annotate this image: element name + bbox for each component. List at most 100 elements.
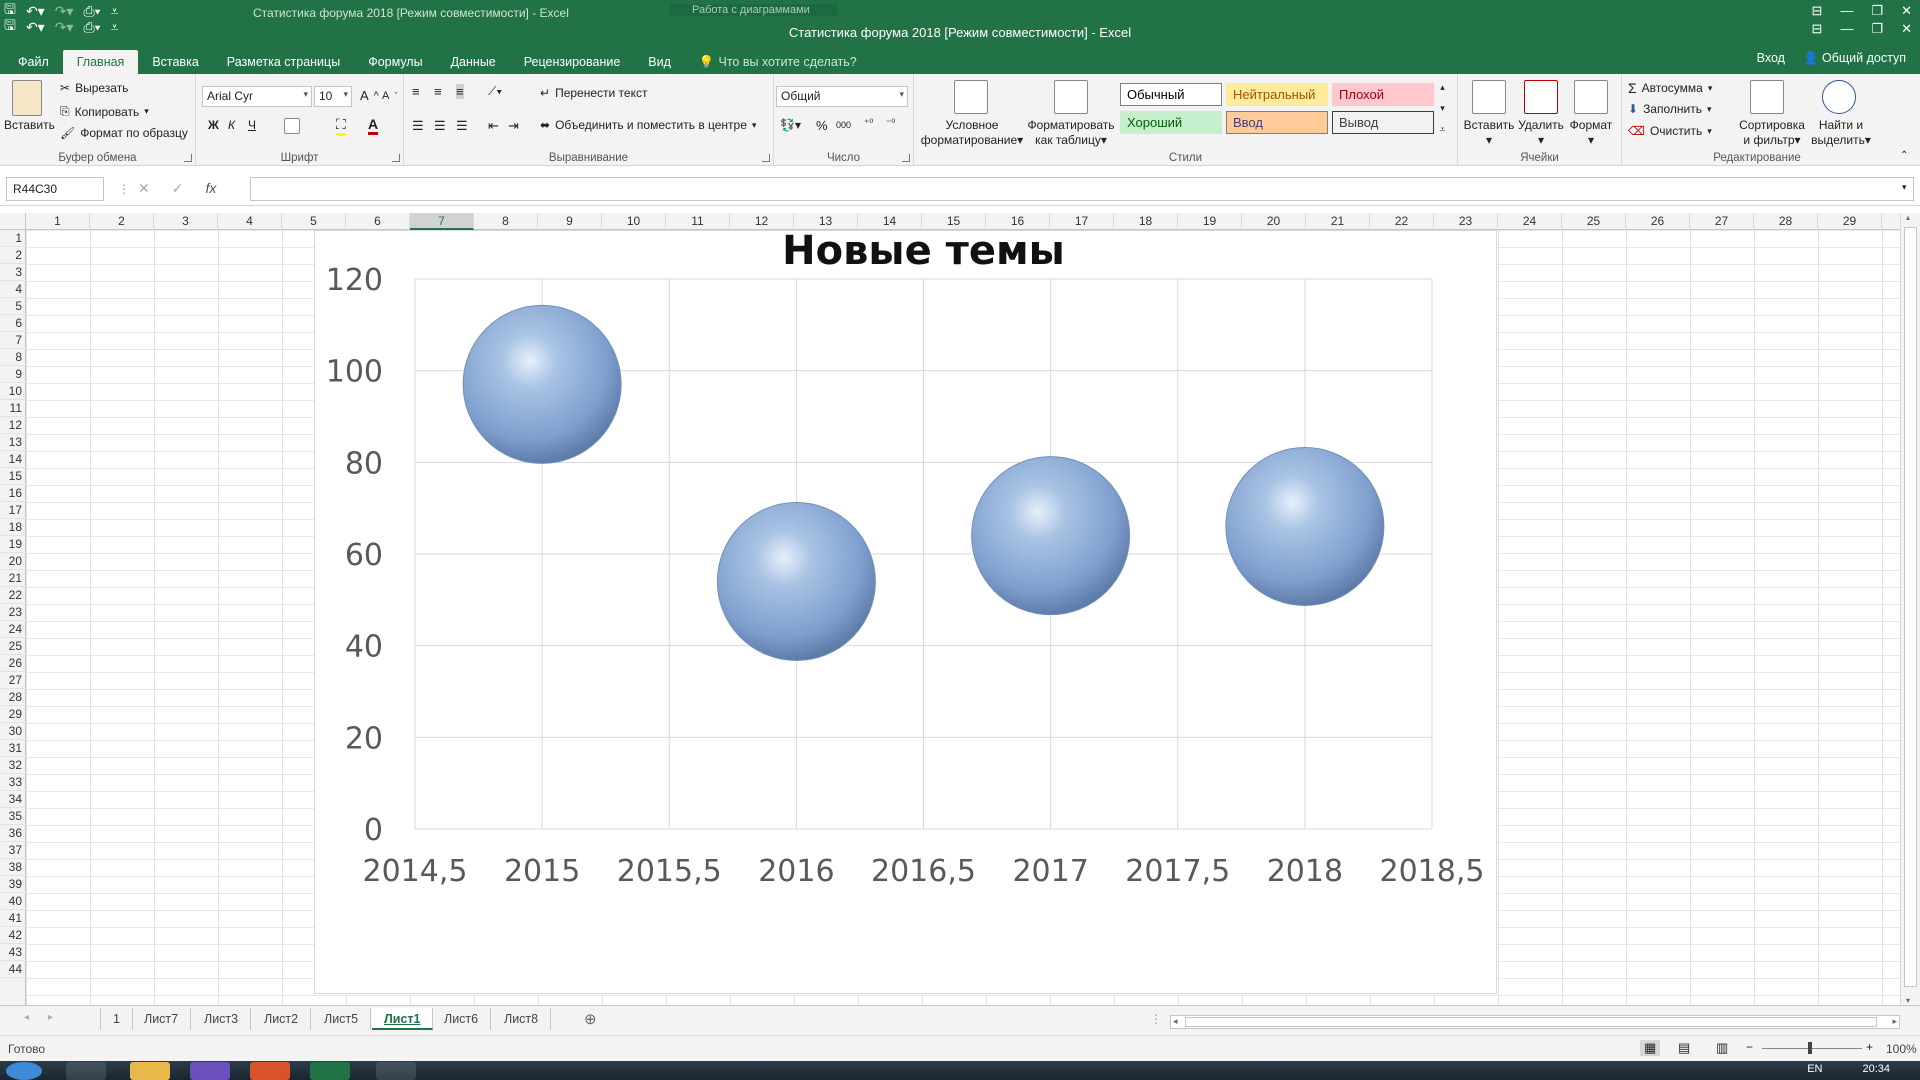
column-header[interactable]: 16 [986,213,1050,230]
vertical-scroll-thumb[interactable] [1904,227,1917,987]
column-header[interactable]: 25 [1562,213,1626,230]
wrap-text-button[interactable]: ↵ Перенести текст [540,86,647,100]
column-header[interactable]: 27 [1690,213,1754,230]
style-good[interactable]: Хороший [1120,111,1222,134]
start-button[interactable] [6,1062,42,1080]
percent-button[interactable]: % [816,118,828,133]
align-top-button[interactable]: ≡ [412,84,420,99]
row-header[interactable]: 16 [0,485,26,502]
row-header[interactable]: 10 [0,383,26,400]
scroll-up-icon[interactable]: ▴ [1906,213,1910,222]
taskbar-app-browser-icon[interactable] [250,1062,290,1080]
vertical-scrollbar[interactable]: ▴ ▾ [1900,213,1920,1005]
column-header[interactable]: 24 [1498,213,1562,230]
row-header[interactable]: 30 [0,723,26,740]
row-header[interactable]: 43 [0,944,26,961]
autosum-button[interactable]: Σ Автосумма ▾ [1628,80,1712,96]
row-header[interactable]: 25 [0,638,26,655]
row-header[interactable]: 18 [0,519,26,536]
column-header[interactable]: 8 [474,213,538,230]
row-header[interactable]: 44 [0,961,26,978]
row-header[interactable]: 27 [0,672,26,689]
column-header[interactable]: 10 [602,213,666,230]
row-header[interactable]: 42 [0,927,26,944]
sheet-tab-list6[interactable]: Лист6 [432,1008,492,1030]
style-neutral[interactable]: Нейтральный [1226,83,1328,106]
column-header[interactable]: 28 [1754,213,1818,230]
zoom-out-icon[interactable]: − [1746,1040,1753,1054]
find-select-icon[interactable] [1822,80,1856,114]
scroll-left-icon[interactable]: ◂ [1173,1016,1178,1027]
select-all-button[interactable] [0,213,26,230]
column-header[interactable]: 11 [666,213,730,230]
tell-me-box[interactable]: 💡 Что вы хотите сделать? [685,50,871,74]
column-header[interactable]: 14 [858,213,922,230]
format-as-table-icon[interactable] [1054,80,1088,114]
row-header[interactable]: 1 [0,230,26,247]
normal-view-icon[interactable]: ▦ [1640,1040,1661,1056]
row-header[interactable]: 41 [0,910,26,927]
cut-button[interactable]: ✂ Вырезать [60,81,128,95]
expand-formula-bar-button[interactable]: ▾ [1902,182,1907,193]
row-header[interactable]: 36 [0,825,26,842]
grow-font-button[interactable]: A ^ [360,88,379,103]
sort-filter-icon[interactable] [1750,80,1784,114]
align-right-button[interactable]: ☰ [456,118,468,134]
share-button[interactable]: 👤 Общий доступ [1803,51,1906,66]
sheet-tab-list2[interactable]: Лист2 [252,1008,312,1030]
row-header[interactable]: 9 [0,366,26,383]
customize-qat-icon[interactable]: ⩡ [111,3,119,20]
format-painter-button[interactable]: 🖌 Формат по образцу [60,126,188,140]
taskbar-app-excel-icon[interactable] [310,1062,350,1080]
merge-center-button[interactable]: ⬌ Объединить и поместить в центре ▾ [540,118,756,132]
formula-bar-menu-icon[interactable]: ⋮ [118,182,130,196]
horizontal-scroll-thumb[interactable] [1185,1017,1877,1027]
row-header[interactable]: 35 [0,808,26,825]
row-header[interactable]: 31 [0,740,26,757]
increase-indent-button[interactable]: ⇥ [508,118,519,134]
insert-cells-icon[interactable] [1472,80,1506,114]
font-name-combo[interactable]: Arial Cyr [202,86,312,107]
row-header[interactable]: 38 [0,859,26,876]
column-header[interactable]: 1 [26,213,90,230]
decrease-indent-button[interactable]: ⇤ [488,118,499,134]
column-header[interactable]: 23 [1434,213,1498,230]
redo-icon[interactable]: ↷▾ [55,3,74,20]
sheet-tab-list5[interactable]: Лист5 [312,1008,372,1030]
ribbon-display-icon[interactable]: ⊟ [1812,21,1823,37]
clear-button[interactable]: ⌫ Очистить ▾ [1628,124,1712,138]
align-bottom-button[interactable]: ≡ [456,84,464,99]
alignment-launcher-icon[interactable] [762,154,770,162]
bold-button[interactable]: Ж [208,118,219,132]
align-left-button[interactable]: ☰ [412,118,424,134]
fill-color-button[interactable]: ⛶ [336,116,346,136]
align-center-button[interactable]: ☰ [434,118,446,134]
row-header[interactable]: 3 [0,264,26,281]
find-select-button[interactable]: Найти и выделить▾ [1808,118,1874,148]
page-layout-view-icon[interactable]: ▤ [1678,1040,1690,1056]
add-sheet-icon[interactable]: ⊕ [584,1010,597,1028]
tab-splitter-icon[interactable]: ⋮ [1150,1012,1162,1026]
row-header[interactable]: 20 [0,553,26,570]
tab-page-layout[interactable]: Разметка страницы [213,50,354,74]
italic-button[interactable]: К [228,118,235,132]
tab-formulas[interactable]: Формулы [354,50,436,74]
scroll-right-icon[interactable]: ▸ [1892,1016,1897,1027]
row-header[interactable]: 23 [0,604,26,621]
close-icon[interactable]: ✕ [1901,3,1912,19]
row-header[interactable]: 34 [0,791,26,808]
zoom-slider-thumb[interactable] [1808,1042,1812,1054]
align-middle-button[interactable]: ≡ [434,84,442,99]
shrink-font-button[interactable]: Aˇ [382,90,397,102]
tab-data[interactable]: Данные [437,50,510,74]
clock[interactable]: 20:34 [1862,1063,1890,1075]
column-header[interactable]: 2 [90,213,154,230]
row-header[interactable]: 39 [0,876,26,893]
font-launcher-icon[interactable] [392,154,400,162]
currency-button[interactable]: 💱▾ [780,118,801,132]
row-header[interactable]: 8 [0,349,26,366]
column-header[interactable]: 13 [794,213,858,230]
collapse-ribbon-button[interactable]: ⌃ [1900,150,1908,161]
sheet-tab-list7[interactable]: Лист7 [132,1008,192,1030]
style-output[interactable]: Вывод [1332,111,1434,134]
